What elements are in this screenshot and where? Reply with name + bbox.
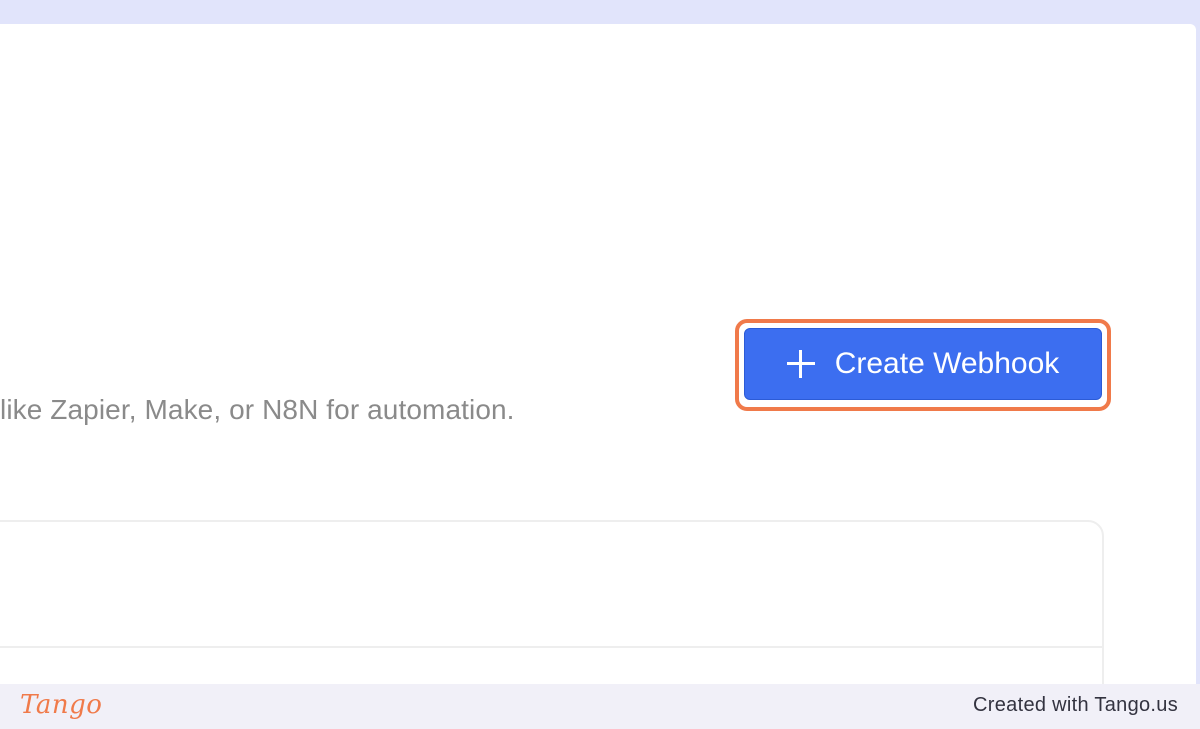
webhooks-table-card (0, 520, 1104, 684)
screenshot-frame: like Zapier, Make, or N8N for automation… (0, 0, 1200, 729)
create-webhook-label: Create Webhook (834, 347, 1060, 380)
page-description: like Zapier, Make, or N8N for automation… (0, 394, 515, 425)
tango-credit-link[interactable]: Created with Tango.us (973, 694, 1178, 717)
table-header-divider (0, 646, 1102, 648)
tango-logo[interactable]: Tango (20, 690, 102, 720)
plus-icon (786, 350, 815, 378)
window-edge (1196, 24, 1200, 684)
tango-footer: Tango Created with Tango.us (0, 684, 1200, 729)
create-webhook-button[interactable]: Create Webhook (744, 328, 1102, 400)
